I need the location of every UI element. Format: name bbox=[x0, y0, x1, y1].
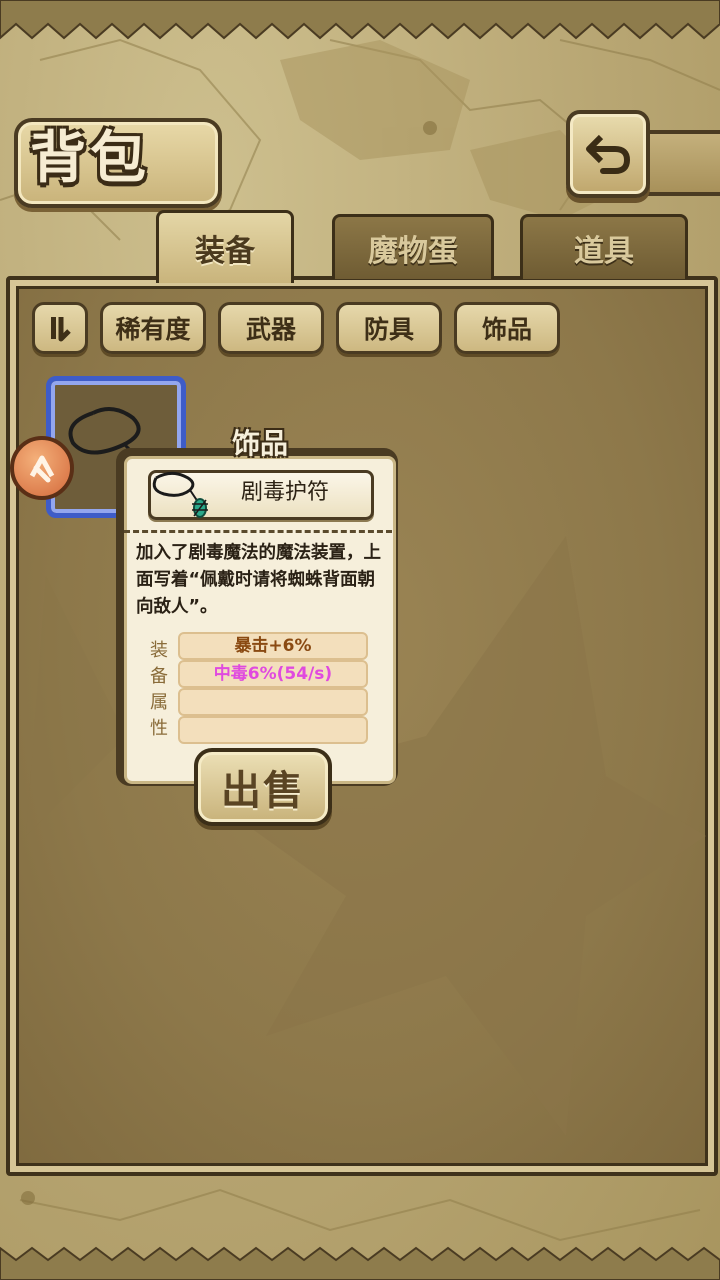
sell-button-label: 出售 bbox=[221, 768, 305, 814]
attr-row-poison: 中毒6%(54/s) bbox=[178, 660, 368, 688]
attr-row-empty-2 bbox=[178, 716, 368, 744]
attr-label-3: 属 bbox=[150, 692, 168, 713]
filter-accessory-label: 饰品 bbox=[481, 315, 532, 344]
tab-monster-eggs-label: 魔物蛋 bbox=[368, 234, 458, 269]
attr-row-empty-1 bbox=[178, 688, 368, 716]
back-button-bar bbox=[640, 130, 720, 196]
bottom-zigzag-border bbox=[0, 1246, 720, 1280]
amulet-icon bbox=[152, 471, 208, 518]
item-description: 加入了剧毒魔法的魔法装置，上面写着“佩戴时请将蜘蛛背面朝向敌人”。 bbox=[136, 543, 381, 617]
item-name: 剧毒护符 bbox=[240, 480, 329, 505]
filter-armor-button[interactable]: 防具 bbox=[336, 302, 442, 354]
tab-monster-eggs[interactable]: 魔物蛋 bbox=[332, 214, 494, 279]
filter-accessory-button[interactable]: 饰品 bbox=[454, 302, 560, 354]
sort-toggle-button[interactable] bbox=[32, 302, 88, 354]
item-category: 饰品 bbox=[231, 427, 288, 460]
page-title: 背包 bbox=[30, 126, 150, 191]
attr-row-crit: 暴击+6% bbox=[178, 632, 368, 660]
tab-equipment[interactable]: 装备 bbox=[156, 210, 294, 283]
filter-weapon-button[interactable]: 武器 bbox=[218, 302, 324, 354]
tab-items-label: 道具 bbox=[574, 234, 634, 269]
attr-label-4: 性 bbox=[150, 718, 168, 739]
top-zigzag-border bbox=[0, 0, 720, 40]
popup-divider bbox=[124, 530, 392, 533]
sort-toggle-icon bbox=[51, 317, 71, 342]
back-arrow-icon bbox=[586, 134, 631, 174]
attr-label-1: 装 bbox=[150, 640, 168, 661]
attr-label-2: 备 bbox=[150, 666, 168, 687]
equip-marker-icon bbox=[29, 455, 55, 483]
sell-button[interactable]: 出售 bbox=[194, 748, 332, 826]
tab-equipment-label: 装备 bbox=[195, 234, 255, 269]
back-button[interactable] bbox=[566, 110, 650, 198]
filter-armor-label: 防具 bbox=[363, 315, 414, 344]
filter-rarity-label: 稀有度 bbox=[115, 315, 191, 344]
tab-items[interactable]: 道具 bbox=[520, 214, 688, 279]
filter-rarity-button[interactable]: 稀有度 bbox=[100, 302, 206, 354]
equip-marker-badge[interactable] bbox=[10, 436, 74, 500]
filter-weapon-label: 武器 bbox=[245, 315, 296, 344]
